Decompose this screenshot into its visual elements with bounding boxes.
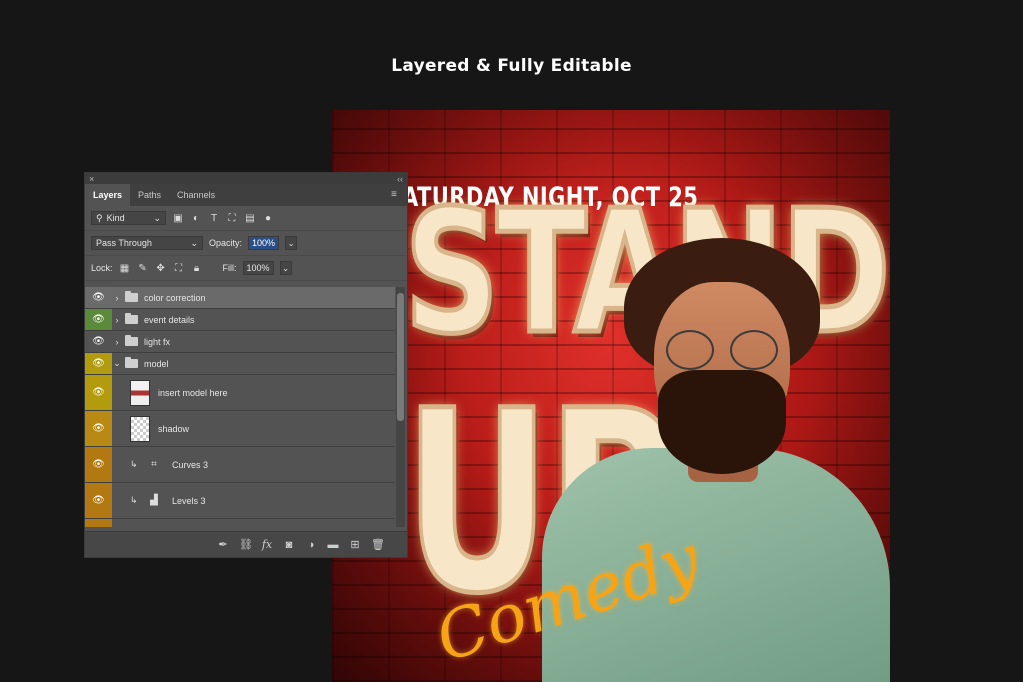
chevron-down-icon: ⌄	[190, 237, 198, 248]
opacity-input[interactable]: 100%	[248, 236, 280, 250]
link-layers-icon[interactable]: ⛓	[239, 538, 253, 551]
image-filter-icon[interactable]: ▣	[172, 213, 184, 224]
panel-menu-icon[interactable]: ≡	[391, 190, 401, 200]
panel-tabs: Layers Paths Channels ≡	[85, 184, 407, 206]
layer-event-details[interactable]: 👁︎ › event details	[85, 309, 395, 331]
scrollbar-thumb[interactable]	[397, 293, 404, 421]
smart-object-thumbnail	[130, 379, 150, 406]
levels-histogram-icon: ▟	[150, 494, 158, 506]
fill-dropdown[interactable]: ⌄	[279, 261, 292, 275]
eye-icon[interactable]: 👁︎	[85, 353, 112, 374]
new-layer-icon[interactable]: ⊞	[349, 538, 361, 551]
eye-icon[interactable]: 👁︎	[85, 483, 112, 518]
eye-icon[interactable]: 👁︎	[85, 331, 112, 352]
panel-titlebar: × ‹‹	[85, 173, 407, 184]
layer-name: Levels 3	[172, 495, 206, 506]
layer-model[interactable]: 👁︎ ⌄ model	[85, 353, 395, 375]
glasses	[666, 330, 778, 370]
lock-row: Lock: ▦ ✎ ✥ ⛶ 🔒︎ Fill: 100% ⌄	[85, 256, 407, 281]
blend-mode-value: Pass Through	[96, 238, 152, 248]
filter-toggle-icon[interactable]: ●	[262, 213, 274, 224]
mask-icon[interactable]: ◙	[283, 539, 295, 551]
folder-icon	[125, 313, 138, 324]
layer-name: model	[144, 358, 169, 369]
layers-list: 👁︎ › color correction 👁︎ › event details…	[85, 287, 395, 527]
tab-layers[interactable]: Layers	[85, 184, 131, 206]
lock-artboard-icon[interactable]: ⛶	[173, 263, 185, 274]
layers-scrollbar[interactable]	[396, 287, 405, 527]
folder-icon	[125, 291, 138, 302]
folder-icon	[125, 335, 138, 346]
eye-icon[interactable]	[85, 519, 112, 527]
layer-name: insert model here	[158, 387, 228, 398]
brush-icon[interactable]: ✒	[217, 538, 229, 551]
layer-color-correction[interactable]: 👁︎ › color correction	[85, 287, 395, 309]
collapse-icon[interactable]: ‹‹	[397, 174, 403, 184]
eye-icon[interactable]: 👁︎	[85, 375, 112, 410]
poster-preview: ATURDAY NIGHT, OCT 25 STAND UP Comedy	[332, 110, 890, 682]
panel-footer: ✒ ⛓ fx ◙ ◑ ▬ ⊞ 🗑︎	[85, 531, 407, 557]
trash-icon[interactable]: 🗑︎	[371, 538, 385, 551]
layer-shadow[interactable]: 👁︎ shadow	[85, 411, 395, 447]
clipping-arrow-icon: ↳	[130, 459, 138, 469]
layer-levels-3[interactable]: 👁︎ ↳ ▟ Levels 3	[85, 483, 395, 519]
shape-filter-icon[interactable]: ⛶	[226, 213, 238, 224]
layer-name: light fx	[144, 336, 171, 347]
close-icon[interactable]: ×	[89, 174, 94, 184]
eye-icon[interactable]: 👁︎	[85, 447, 112, 482]
chevron-right-icon[interactable]: ›	[112, 315, 122, 325]
lock-all-icon[interactable]: 🔒︎	[191, 263, 203, 274]
new-group-icon[interactable]: ▬	[327, 539, 339, 551]
folder-open-icon	[125, 357, 138, 368]
fx-icon[interactable]: fx	[261, 538, 273, 551]
opacity-label: Opacity:	[209, 238, 243, 248]
chevron-down-icon: ⌄	[153, 212, 161, 223]
eye-icon[interactable]: 👁︎	[85, 287, 112, 308]
layers-panel: × ‹‹ Layers Paths Channels ≡ ⚲ Kind ⌄ ▣ …	[84, 172, 408, 558]
beard	[658, 370, 786, 474]
fill-input[interactable]: 100%	[242, 261, 274, 275]
layer-name: shadow	[158, 423, 190, 434]
lock-pixels-icon[interactable]: ✎	[137, 263, 149, 274]
filter-row: ⚲ Kind ⌄ ▣ ◐ T ⛶ ▤ ●	[85, 206, 407, 231]
blend-row: Pass Through ⌄ Opacity: 100% ⌄	[85, 231, 407, 256]
curves-icon: ⌗	[151, 458, 157, 470]
layer-name: event details	[144, 314, 195, 325]
smart-object-filter-icon[interactable]: ▤	[244, 213, 256, 224]
chevron-down-icon[interactable]: ⌄	[112, 358, 122, 369]
layer-light-fx[interactable]: 👁︎ › light fx	[85, 331, 395, 353]
adjustment-filter-icon[interactable]: ◐	[190, 213, 202, 224]
headline: Layered & Fully Editable	[391, 56, 632, 76]
layer-curves-3[interactable]: 👁︎ ↳ ⌗ Curves 3	[85, 447, 395, 483]
layer-partial[interactable]	[85, 519, 395, 527]
filter-kind-label: Kind	[106, 213, 125, 223]
lock-transparency-icon[interactable]: ▦	[119, 263, 131, 274]
clipping-arrow-icon: ↳	[130, 495, 138, 505]
chevron-right-icon[interactable]: ›	[112, 293, 122, 303]
type-filter-icon[interactable]: T	[208, 213, 220, 224]
adjustment-layer-icon[interactable]: ◑	[305, 539, 317, 551]
layer-insert-model-here[interactable]: 👁︎ insert model here	[85, 375, 395, 411]
lock-label: Lock:	[91, 263, 113, 273]
eye-icon[interactable]: 👁︎	[85, 309, 112, 330]
blend-mode-select[interactable]: Pass Through ⌄	[91, 236, 203, 250]
fill-label: Fill:	[222, 263, 237, 273]
tab-channels[interactable]: Channels	[169, 184, 223, 206]
search-icon: ⚲	[96, 212, 103, 223]
transparent-thumbnail	[130, 415, 150, 442]
tab-paths[interactable]: Paths	[130, 184, 169, 206]
layer-name: Curves 3	[172, 459, 209, 470]
lock-position-icon[interactable]: ✥	[155, 263, 167, 274]
layer-name: color correction	[144, 292, 206, 303]
eye-icon[interactable]: 👁︎	[85, 411, 112, 446]
chevron-right-icon[interactable]: ›	[112, 337, 122, 347]
filter-kind-select[interactable]: ⚲ Kind ⌄	[91, 211, 166, 225]
opacity-dropdown[interactable]: ⌄	[285, 236, 298, 250]
